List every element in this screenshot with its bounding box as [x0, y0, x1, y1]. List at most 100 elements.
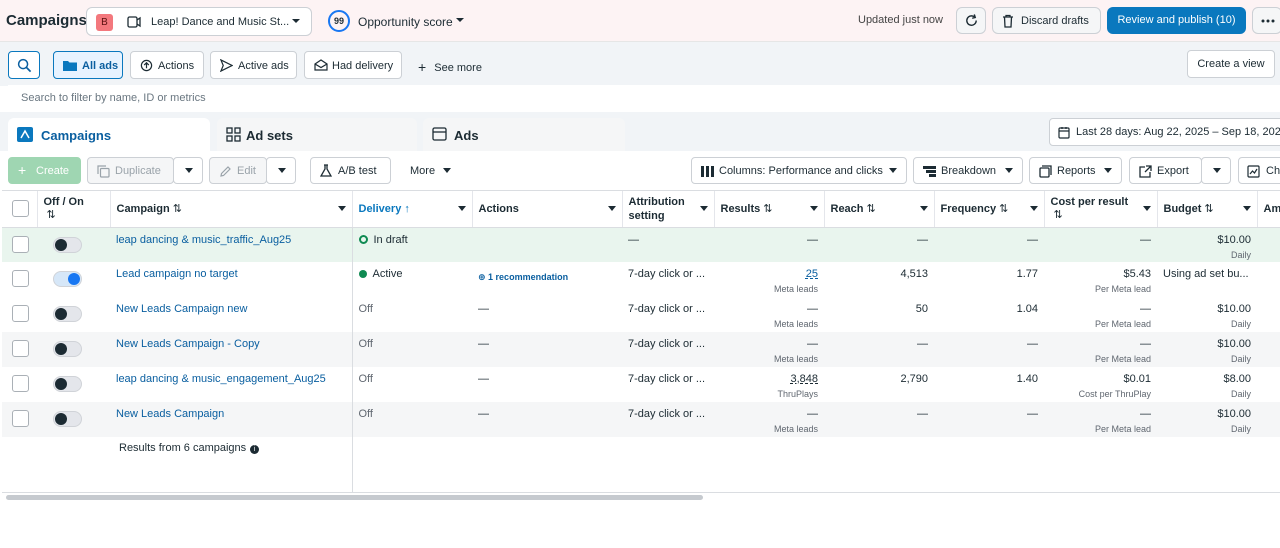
campaign-name-cell[interactable]: New Leads Campaign new	[110, 297, 353, 332]
breakdown-button[interactable]: Breakdown	[913, 157, 1023, 184]
campaign-name-cell[interactable]: leap dancing & music_engagement_Aug25	[110, 367, 353, 402]
row-checkbox[interactable]	[12, 410, 29, 427]
results-cell: —	[714, 227, 824, 262]
header-budget[interactable]: Budget ⇅	[1157, 191, 1258, 228]
refresh-button[interactable]	[956, 7, 986, 34]
see-more-button[interactable]: + See more	[418, 58, 482, 75]
results-cell[interactable]: 3,848 ThruPlays	[714, 367, 824, 402]
table-row[interactable]: New Leads Campaign new Off — 7-day click…	[2, 297, 1280, 332]
campaign-toggle[interactable]	[53, 411, 82, 427]
table-row[interactable]: New Leads Campaign Off — 7-day click or …	[2, 402, 1280, 437]
export-dropdown[interactable]	[1201, 157, 1231, 184]
row-select-cell[interactable]	[2, 367, 37, 402]
more-button[interactable]: More	[397, 157, 463, 184]
review-publish-button[interactable]: Review and publish (10)	[1107, 7, 1246, 34]
date-range-picker[interactable]: Last 28 days: Aug 22, 2025 – Sep 18, 202…	[1049, 118, 1280, 146]
filter-all-ads[interactable]: All ads	[53, 51, 123, 79]
header-amount[interactable]: Am	[1257, 191, 1280, 228]
select-all-checkbox[interactable]	[12, 199, 29, 217]
duplicate-button[interactable]: Duplicate	[87, 157, 174, 184]
create-button[interactable]: + Create	[8, 157, 81, 184]
campaign-name-cell[interactable]: New Leads Campaign - Copy	[110, 332, 353, 367]
header-cost-per-result[interactable]: Cost per result ⇅	[1044, 191, 1158, 228]
row-select-cell[interactable]	[2, 262, 37, 297]
filter-active-ads[interactable]: Active ads	[210, 51, 297, 79]
row-toggle-cell[interactable]	[37, 367, 110, 402]
filter-had-delivery[interactable]: Had delivery	[304, 51, 402, 79]
actions-cell: —	[472, 402, 622, 437]
ab-test-button[interactable]: A/B test	[310, 157, 391, 184]
campaign-name-link[interactable]: New Leads Campaign	[116, 408, 224, 420]
campaign-name-link[interactable]: New Leads Campaign - Copy	[116, 338, 260, 350]
campaign-name-link[interactable]: New Leads Campaign new	[116, 303, 247, 315]
reports-button[interactable]: Reports	[1029, 157, 1122, 184]
edit-dropdown[interactable]	[266, 157, 296, 184]
campaign-name-cell[interactable]: leap dancing & music_traffic_Aug25	[110, 227, 353, 262]
campaign-name-link[interactable]: leap dancing & music_engagement_Aug25	[116, 373, 326, 385]
more-options-button[interactable]	[1252, 7, 1280, 34]
header-attribution[interactable]: Attribution setting	[622, 191, 715, 228]
campaign-name-cell[interactable]: New Leads Campaign	[110, 402, 353, 437]
header-campaign[interactable]: Campaign ⇅	[110, 191, 353, 228]
row-checkbox[interactable]	[12, 375, 29, 392]
results-value[interactable]: 25	[806, 268, 818, 280]
discard-drafts-button[interactable]: Discard drafts	[992, 7, 1101, 34]
row-checkbox[interactable]	[12, 340, 29, 357]
tab-ad-sets[interactable]: Ad sets	[217, 118, 417, 151]
campaign-name-link[interactable]: Lead campaign no target	[116, 268, 238, 280]
duplicate-dropdown[interactable]	[173, 157, 203, 184]
tab-campaigns[interactable]: Campaigns	[8, 118, 210, 151]
results-cell[interactable]: 25 Meta leads	[714, 262, 824, 297]
select-all-cell[interactable]	[2, 191, 38, 228]
page-icon	[127, 16, 141, 28]
filter-actions[interactable]: Actions	[130, 51, 204, 79]
row-toggle-cell[interactable]	[37, 297, 110, 332]
header-actions[interactable]: Actions	[472, 191, 623, 228]
table-row[interactable]: Lead campaign no target Active ⊕ 1 recom…	[2, 262, 1280, 297]
export-button[interactable]: Export	[1129, 157, 1202, 184]
cost-value: $5.43	[1123, 268, 1151, 280]
edit-button[interactable]: Edit	[209, 157, 267, 184]
horizontal-scrollbar[interactable]	[6, 495, 703, 500]
campaign-toggle[interactable]	[53, 341, 82, 357]
search-button[interactable]	[8, 51, 40, 79]
row-select-cell[interactable]	[2, 402, 37, 437]
header-frequency[interactable]: Frequency ⇅	[934, 191, 1045, 228]
campaign-toggle[interactable]	[53, 236, 82, 253]
header-off-on[interactable]: Off / On ⇅	[37, 191, 111, 228]
header-delivery[interactable]: Delivery ↑	[352, 191, 473, 228]
table-row[interactable]: leap dancing & music_traffic_Aug25 In dr…	[2, 227, 1280, 262]
row-toggle-cell[interactable]	[37, 402, 110, 437]
results-value[interactable]: 3,848	[790, 373, 818, 385]
campaign-toggle[interactable]	[53, 376, 82, 392]
charts-button[interactable]: Charts	[1238, 157, 1280, 184]
create-view-button[interactable]: Create a view	[1187, 50, 1275, 78]
draft-status-icon	[358, 235, 368, 244]
tab-ads[interactable]: Ads	[423, 118, 625, 151]
campaign-toggle[interactable]	[53, 271, 82, 287]
campaign-toggle[interactable]	[53, 306, 82, 322]
row-checkbox[interactable]	[12, 305, 29, 322]
row-select-cell[interactable]	[2, 227, 37, 262]
header-reach[interactable]: Reach ⇅	[824, 191, 935, 228]
account-selector[interactable]: B Leap! Dance and Music St...	[86, 7, 312, 36]
actions-cell[interactable]: ⊕ 1 recommendation	[472, 262, 622, 297]
info-icon[interactable]: i	[250, 445, 260, 454]
row-checkbox[interactable]	[12, 235, 29, 253]
row-toggle-cell[interactable]	[37, 332, 110, 367]
account-name: Leap! Dance and Music St...	[151, 16, 290, 28]
columns-button[interactable]: Columns: Performance and clicks	[691, 157, 907, 184]
chevron-down-icon	[1104, 168, 1112, 173]
table-row[interactable]: leap dancing & music_engagement_Aug25 Of…	[2, 367, 1280, 402]
row-toggle-cell[interactable]	[37, 262, 110, 297]
row-toggle-cell[interactable]	[37, 227, 110, 262]
campaign-name-cell[interactable]: Lead campaign no target	[110, 262, 353, 297]
row-select-cell[interactable]	[2, 332, 37, 367]
campaign-name-link[interactable]: leap dancing & music_traffic_Aug25	[116, 234, 291, 246]
row-select-cell[interactable]	[2, 297, 37, 332]
table-row[interactable]: New Leads Campaign - Copy Off — 7-day cl…	[2, 332, 1280, 367]
recommendation-link[interactable]: ⊕ 1 recommendation	[478, 272, 568, 283]
search-input[interactable]: Search to filter by name, ID or metrics	[8, 85, 1280, 112]
header-results[interactable]: Results ⇅	[714, 191, 825, 228]
row-checkbox[interactable]	[12, 270, 29, 287]
